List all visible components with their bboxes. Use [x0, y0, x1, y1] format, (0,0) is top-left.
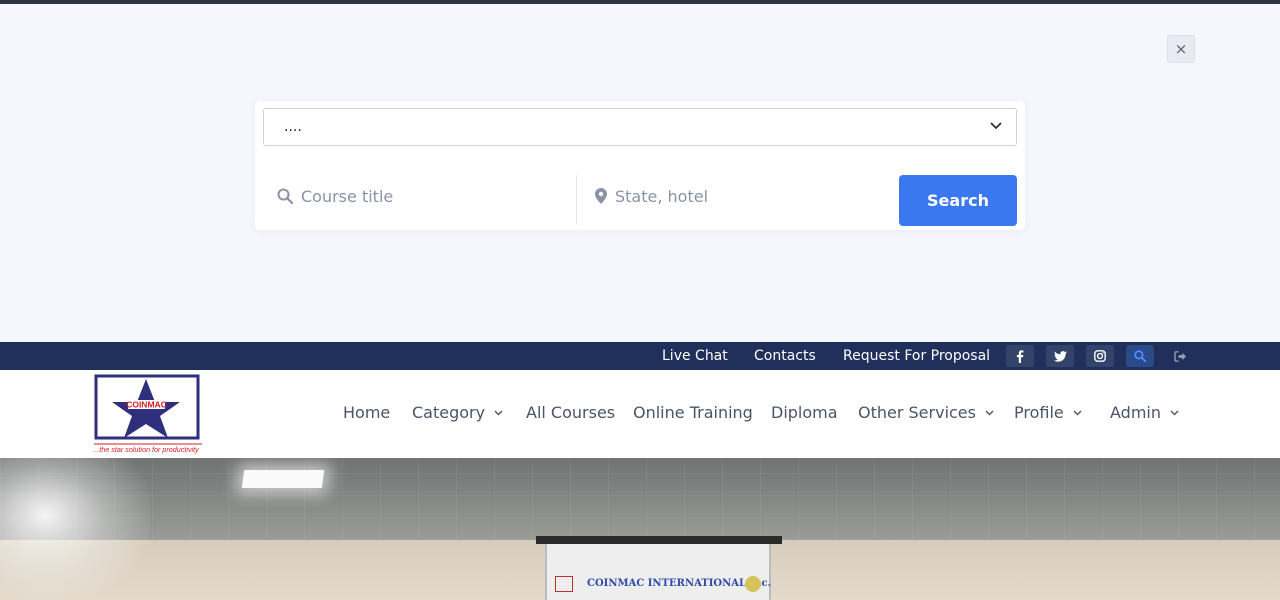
- category-select-value: ....: [284, 119, 302, 135]
- projector-screen: COINMAC INTERNATIONAL Inc.: [545, 544, 771, 600]
- request-proposal-link[interactable]: Request For Proposal: [843, 342, 990, 370]
- window-glow: [0, 458, 150, 600]
- search-button[interactable]: Search: [899, 175, 1017, 226]
- search-overlay: × .... Search: [0, 4, 1280, 342]
- map-marker-icon: [595, 188, 607, 204]
- nav-profile[interactable]: Profile: [1014, 400, 1082, 426]
- location-input[interactable]: [615, 186, 855, 206]
- live-chat-link[interactable]: Live Chat: [662, 342, 728, 370]
- logo-tagline: ...the star solution for productivity: [93, 445, 199, 454]
- facebook-icon[interactable]: [1006, 345, 1034, 367]
- chevron-down-icon: [494, 410, 503, 416]
- main-header: COINMAC ...the star solution for product…: [0, 370, 1280, 458]
- projector-screen-frame: [536, 536, 782, 544]
- search-icon[interactable]: [1126, 345, 1154, 367]
- nav-other-services[interactable]: Other Services: [858, 400, 994, 426]
- nav-admin[interactable]: Admin: [1110, 400, 1179, 426]
- instagram-icon[interactable]: [1086, 345, 1114, 367]
- nav-label: Home: [343, 403, 391, 422]
- screen-logo-icon: [555, 576, 573, 592]
- location-field[interactable]: [595, 171, 885, 221]
- search-card: .... Search: [255, 101, 1025, 230]
- nav-home[interactable]: Home: [343, 400, 390, 426]
- nav-label: All Courses: [526, 403, 616, 422]
- screen-seal-icon: [745, 576, 761, 592]
- nav-online-training[interactable]: Online Training: [633, 400, 753, 426]
- nav-diploma[interactable]: Diploma: [771, 400, 838, 426]
- course-title-field[interactable]: [277, 171, 575, 221]
- chevron-down-icon: [985, 410, 994, 416]
- nav-label: Online Training: [633, 403, 753, 422]
- logo-text: COINMAC: [126, 400, 167, 410]
- ceiling-light: [241, 470, 325, 488]
- ceiling: [0, 458, 1280, 540]
- nav-label: Profile: [1014, 403, 1064, 422]
- close-overlay-button[interactable]: ×: [1167, 35, 1195, 63]
- nav-label: Other Services: [858, 403, 976, 422]
- twitter-icon[interactable]: [1046, 345, 1074, 367]
- chevron-down-icon: [1073, 410, 1082, 416]
- field-divider: [576, 175, 577, 225]
- logout-icon[interactable]: [1166, 345, 1194, 367]
- contacts-link[interactable]: Contacts: [754, 342, 816, 370]
- screen-text: COINMAC INTERNATIONAL Inc.: [587, 578, 772, 589]
- nav-label: Admin: [1110, 403, 1161, 422]
- course-title-input[interactable]: [301, 186, 541, 206]
- nav-label: Diploma: [771, 403, 838, 422]
- category-select[interactable]: ....: [263, 108, 1017, 146]
- nav-label: Category: [412, 403, 486, 422]
- chevron-down-icon: [1170, 410, 1179, 416]
- nav-all-courses[interactable]: All Courses: [526, 400, 615, 426]
- hero-image: COINMAC INTERNATIONAL Inc.: [0, 458, 1280, 600]
- top-bar: Live Chat Contacts Request For Proposal: [0, 342, 1280, 370]
- search-icon: [277, 188, 293, 204]
- nav-category[interactable]: Category: [412, 400, 503, 426]
- coinmac-logo[interactable]: COINMAC ...the star solution for product…: [84, 374, 208, 454]
- chevron-down-icon: [990, 122, 1002, 130]
